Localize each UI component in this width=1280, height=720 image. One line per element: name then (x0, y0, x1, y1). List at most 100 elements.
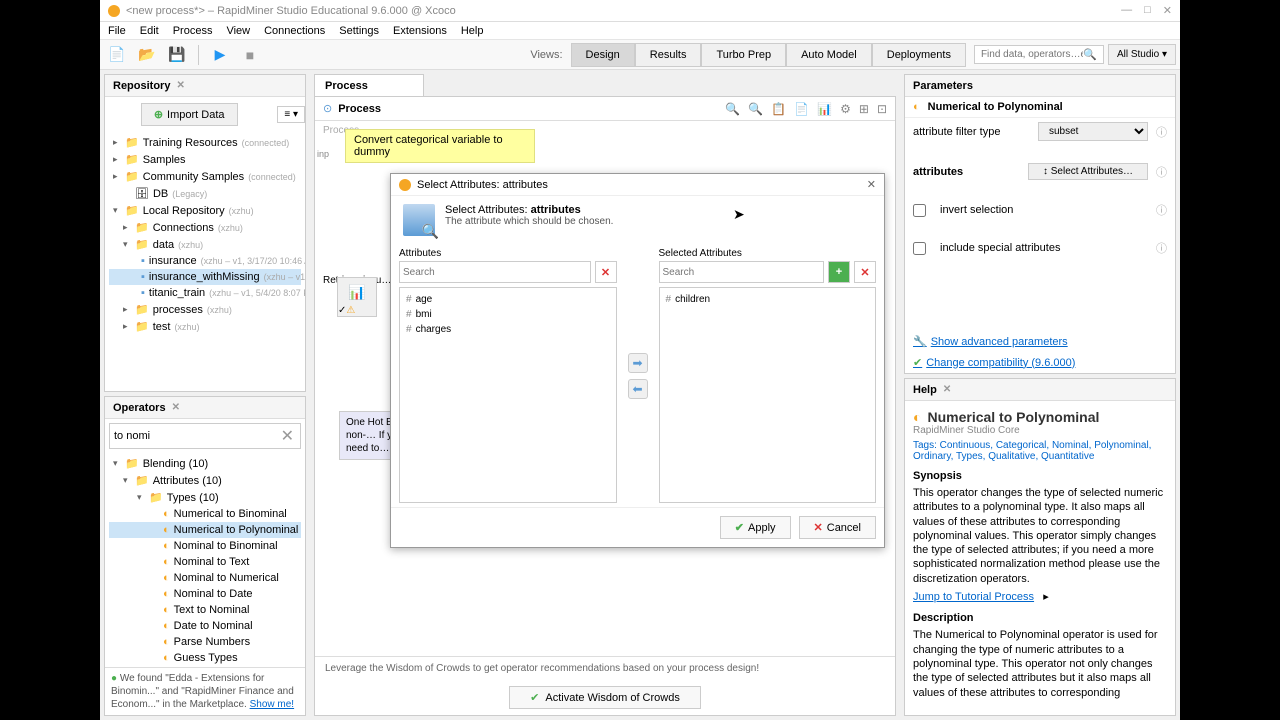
maximize-button[interactable]: □ (1144, 4, 1151, 17)
clear-available-button[interactable]: ✕ (595, 261, 617, 283)
canvas-note[interactable]: Convert categorical variable to dummy (345, 129, 535, 163)
search-icon[interactable]: 🔍 (1083, 48, 1097, 61)
tree-item[interactable]: ▸📁Training Resources (connected) (109, 134, 301, 151)
tree-item[interactable]: ▸📁Samples (109, 151, 301, 168)
info-icon[interactable]: ⓘ (1156, 164, 1167, 180)
tab-turbo-prep[interactable]: Turbo Prep (701, 43, 786, 67)
open-button[interactable]: 📂 (134, 43, 160, 67)
tree-item[interactable]: ▾📁Blending (10) (109, 455, 301, 472)
tab-design[interactable]: Design (571, 43, 635, 67)
stop-button[interactable]: ■ (237, 43, 263, 67)
info-icon[interactable]: ⓘ (1156, 124, 1167, 140)
breadcrumb[interactable]: Process (338, 103, 381, 115)
operator-node[interactable]: 📊✓⚠ (337, 277, 377, 317)
list-item[interactable]: # children (664, 292, 872, 307)
tool-icon[interactable]: 📋 (771, 102, 786, 116)
save-button[interactable]: 💾 (164, 43, 190, 67)
search-scope[interactable]: All Studio ▾ (1108, 44, 1176, 65)
tree-item[interactable]: ◐Text to Nominal (109, 602, 301, 618)
tree-item[interactable]: ◐Nominal to Text (109, 554, 301, 570)
tree-item[interactable]: ◐Nominal to Binominal (109, 538, 301, 554)
global-search-input[interactable] (981, 49, 1083, 60)
operator-search-input[interactable] (112, 428, 277, 444)
tutorial-link[interactable]: Jump to Tutorial Process (913, 591, 1034, 603)
tree-item[interactable]: ▸📁processes (xzhu) (109, 301, 301, 318)
tree-item[interactable]: ▾📁data (xzhu) (109, 236, 301, 253)
tree-item[interactable]: ▸📁Connections (xzhu) (109, 219, 301, 236)
run-button[interactable]: ▶ (207, 43, 233, 67)
tree-item[interactable]: ▸📁Community Samples (connected) (109, 168, 301, 185)
tree-item[interactable]: ▪insurance (xzhu – v1, 3/17/20 10:46 AM … (109, 253, 301, 269)
tab-results[interactable]: Results (635, 43, 702, 67)
clear-selected-button[interactable]: ✕ (854, 261, 876, 283)
list-item[interactable]: # bmi (404, 307, 612, 322)
tree-item[interactable]: ▾📁Attributes (10) (109, 472, 301, 489)
tree-item[interactable]: ◐Guess Types (109, 650, 301, 666)
process-tab[interactable]: Process (314, 74, 424, 96)
info-icon[interactable]: ⓘ (1156, 202, 1167, 218)
help-tags[interactable]: Tags: Continuous, Categorical, Nominal, … (913, 440, 1167, 462)
global-search[interactable]: 🔍 (974, 45, 1104, 64)
import-data-button[interactable]: ⊕Import Data (141, 103, 238, 126)
menu-edit[interactable]: Edit (140, 25, 159, 37)
tree-item[interactable]: ◐Numerical to Binominal (109, 506, 301, 522)
tree-item[interactable]: ◐Nominal to Date (109, 586, 301, 602)
cancel-button[interactable]: ✕Cancel (799, 516, 876, 539)
list-item[interactable]: # age (404, 292, 612, 307)
tree-item[interactable]: ▪insurance_withMissing (xzhu – v1, 5/28/… (109, 269, 301, 285)
tool-icon[interactable]: 📊 (817, 102, 832, 116)
menu-file[interactable]: File (108, 25, 126, 37)
tool-icon[interactable]: ⊞ (859, 102, 869, 116)
selected-list[interactable]: # children (659, 287, 877, 503)
window-title: <new process*> – RapidMiner Studio Educa… (126, 5, 456, 17)
close-icon[interactable]: ✕ (176, 80, 184, 91)
tree-item[interactable]: ◐Parse Numbers (109, 634, 301, 650)
tab-auto-model[interactable]: Auto Model (786, 43, 872, 67)
tool-icon[interactable]: 📄 (794, 102, 809, 116)
advanced-link[interactable]: Show advanced parameters (931, 336, 1068, 348)
selected-search-input[interactable] (659, 261, 825, 283)
menu-view[interactable]: View (226, 25, 250, 37)
close-icon[interactable]: ✕ (172, 402, 180, 413)
menu-settings[interactable]: Settings (339, 25, 379, 37)
info-icon[interactable]: ⓘ (1156, 240, 1167, 256)
menu-help[interactable]: Help (461, 25, 484, 37)
repo-menu-button[interactable]: ≡ ▾ (277, 106, 305, 123)
tree-item[interactable]: ▪titanic_train (xzhu – v1, 5/4/20 8:07 P… (109, 285, 301, 301)
tool-icon[interactable]: ⚙ (840, 102, 851, 116)
tree-item[interactable]: ◐Date to Nominal (109, 618, 301, 634)
available-search-input[interactable] (399, 261, 591, 283)
zoom-in-icon[interactable]: 🔍 (748, 102, 763, 116)
show-me-link[interactable]: Show me! (250, 699, 294, 710)
compat-link[interactable]: Change compatibility (9.6.000) (926, 357, 1075, 369)
new-button[interactable]: 📄 (104, 43, 130, 67)
tree-item[interactable]: 🗄DB (Legacy) (109, 185, 301, 202)
menu-process[interactable]: Process (173, 25, 213, 37)
select-attributes-button[interactable]: ↕ Select Attributes… (1028, 163, 1148, 180)
include-special-checkbox[interactable] (913, 242, 926, 255)
tree-item[interactable]: ▸📁test (xzhu) (109, 318, 301, 335)
close-icon[interactable]: ✕ (943, 384, 951, 395)
menu-connections[interactable]: Connections (264, 25, 325, 37)
close-button[interactable]: ✕ (1163, 4, 1172, 17)
dialog-close-button[interactable]: ✕ (867, 178, 876, 191)
tree-item[interactable]: ▾📁Local Repository (xzhu) (109, 202, 301, 219)
activate-wisdom-button[interactable]: ✔Activate Wisdom of Crowds (509, 686, 701, 709)
minimize-button[interactable]: — (1121, 4, 1132, 17)
add-button[interactable]: + (828, 261, 850, 283)
apply-button[interactable]: ✔Apply (720, 516, 791, 539)
tool-icon[interactable]: ⊡ (877, 102, 887, 116)
tree-item[interactable]: ◐Nominal to Numerical (109, 570, 301, 586)
move-left-button[interactable]: ⬅ (628, 379, 648, 399)
zoom-out-icon[interactable]: 🔍 (725, 102, 740, 116)
tree-item[interactable]: ◐Numerical to Polynominal (109, 522, 301, 538)
tree-item[interactable]: ▾📁Types (10) (109, 489, 301, 506)
move-right-button[interactable]: ➡ (628, 353, 648, 373)
filter-type-select[interactable]: subset (1038, 122, 1148, 141)
tab-deployments[interactable]: Deployments (872, 43, 966, 67)
list-item[interactable]: # charges (404, 322, 612, 337)
invert-checkbox[interactable] (913, 204, 926, 217)
available-list[interactable]: # age# bmi# charges (399, 287, 617, 503)
clear-icon[interactable]: ✕ (277, 426, 298, 446)
menu-extensions[interactable]: Extensions (393, 25, 447, 37)
